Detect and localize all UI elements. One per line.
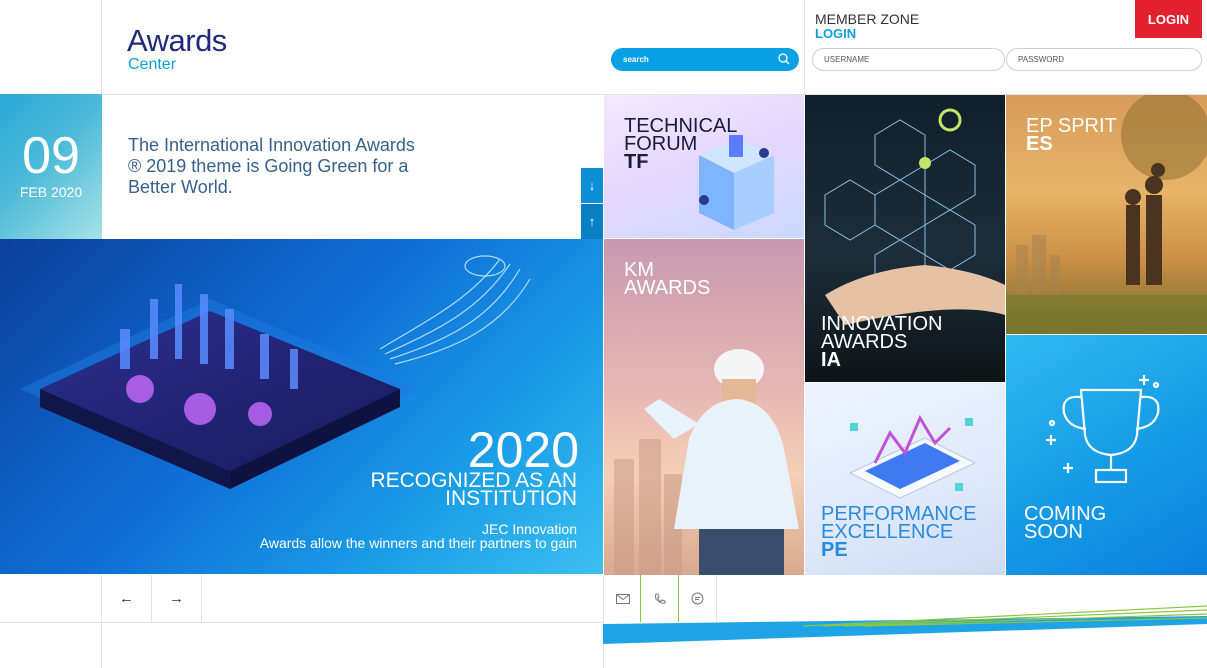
tile-coming-soon[interactable]: COMING SOON [1006, 335, 1207, 575]
search-input[interactable]: search [611, 48, 799, 71]
search-icon[interactable] [777, 52, 791, 66]
member-zone-subtitle: LOGIN [815, 26, 857, 41]
logo-title[interactable]: Awards [127, 24, 227, 58]
tile-pe-abbr: PE [821, 539, 848, 561]
prev-arrow-button[interactable]: ← [102, 575, 151, 622]
search-placeholder: search [623, 55, 649, 64]
footer-swoosh [603, 605, 1207, 644]
hero-banner[interactable]: 2020 RECOGNIZED AS AN INSTITUTION JEC In… [0, 239, 603, 574]
username-placeholder: USERNAME [824, 55, 870, 64]
hero-description-line2: Awards allow the winners and their partn… [259, 535, 577, 551]
login-button[interactable]: LOGIN [1135, 0, 1202, 38]
tile-technical-forum[interactable]: TECHNICAL FORUM TF [604, 95, 804, 238]
tile-ia-abbr: IA [821, 349, 841, 371]
tile-cs-line2: SOON [1024, 521, 1083, 543]
tile-km-line2: AWARDS [624, 277, 711, 299]
tile-km-awards[interactable]: KM AWARDS [604, 239, 804, 575]
news-prev-button[interactable]: ↑ [581, 204, 603, 239]
tile-tf-abbr: TF [624, 151, 649, 173]
grid-line [0, 622, 603, 623]
news-next-button[interactable]: ↓ [581, 168, 603, 203]
tile-ep-sprit[interactable]: EP SPRIT ES [1006, 95, 1207, 334]
tile-performance-excellence[interactable]: PERFORMANCE EXCELLENCE PE [805, 383, 1005, 575]
hero-heading-line2: INSTITUTION [445, 487, 577, 510]
logo-subtitle[interactable]: Center [128, 56, 176, 74]
password-field[interactable]: PASSWORD [1006, 48, 1202, 71]
news-day: 09 [22, 127, 80, 185]
news-month: FEB 2020 [19, 184, 83, 200]
news-text[interactable]: The International Innovation Awards ® 20… [128, 135, 428, 198]
tile-es-abbr: ES [1026, 133, 1053, 155]
grid-line [101, 0, 102, 94]
username-field[interactable]: USERNAME [812, 48, 1005, 71]
member-zone-title: MEMBER ZONE [815, 11, 920, 27]
grid-line [201, 575, 202, 622]
tile-innovation-awards[interactable]: INNOVATION AWARDS IA [805, 95, 1005, 382]
grid-line [804, 0, 805, 94]
password-placeholder: PASSWORD [1018, 55, 1065, 64]
next-arrow-button[interactable]: → [152, 575, 201, 622]
